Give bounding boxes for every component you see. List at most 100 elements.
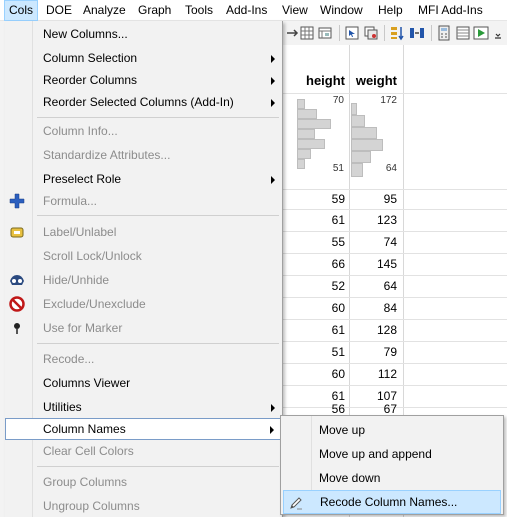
table-list-icon[interactable] (455, 25, 471, 41)
menu-item-use-for-marker[interactable]: Use for Marker (5, 317, 283, 339)
exclude-circle-icon (9, 296, 25, 312)
menu-item-group-columns[interactable]: Group Columns (5, 471, 283, 493)
submenu-arrow-icon (271, 404, 275, 412)
menu-mfi-add-ins[interactable]: MFI Add-Ins (414, 0, 487, 21)
table-cell-height[interactable]: 60 (295, 301, 345, 315)
menu-tools[interactable]: Tools (181, 0, 217, 21)
table-cell-weight[interactable]: 84 (347, 301, 397, 315)
menu-analyze[interactable]: Analyze (79, 0, 130, 21)
histogram-height-max: 70 (332, 95, 344, 106)
menu-item-label-unlabel[interactable]: Label/Unlabel (5, 221, 283, 243)
table-cell-weight[interactable]: 123 (347, 213, 397, 227)
menu-item-preselect-role[interactable]: Preselect Role (5, 168, 283, 190)
column-header-weight[interactable]: weight (349, 73, 397, 88)
select-arrow-icon[interactable] (344, 25, 360, 41)
table-report-icon[interactable] (317, 25, 333, 41)
submenu-item-label: Move up and append (319, 447, 432, 461)
submenu-item-recode-column-names[interactable]: Recode Column Names... (283, 490, 501, 514)
table-grid-icon[interactable] (299, 25, 315, 41)
menu-item-reorder-selected-columns[interactable]: Reorder Selected Columns (Add-In) (5, 91, 283, 113)
histogram-height-min: 51 (332, 163, 344, 174)
table-cell-weight[interactable]: 107 (347, 389, 397, 403)
menu-view[interactable]: View (278, 0, 312, 21)
menu-item-label: Group Columns (43, 475, 128, 489)
menu-item-label: Standardize Attributes... (43, 148, 171, 162)
formula-plus-icon (9, 193, 25, 209)
menu-item-label: Use for Marker (43, 321, 123, 335)
submenu-item-move-up[interactable]: Move up (281, 418, 503, 442)
menu-doe[interactable]: DOE (42, 0, 76, 21)
menu-item-hide-unhide[interactable]: Hide/Unhide (5, 269, 283, 291)
menu-item-reorder-columns[interactable]: Reorder Columns (5, 69, 283, 91)
toolbar-overflow-icon[interactable] (490, 25, 506, 41)
table-cell-height[interactable]: 59 (295, 192, 345, 206)
menu-item-column-info[interactable]: Column Info... (5, 120, 283, 142)
menu-item-label: Ungroup Columns (43, 499, 140, 513)
marker-pin-icon (14, 323, 20, 334)
menu-item-columns-viewer[interactable]: Columns Viewer (5, 372, 283, 394)
submenu-item-label: Recode Column Names... (320, 495, 458, 509)
table-cell-height[interactable]: 51 (295, 345, 345, 359)
table-cell-height[interactable]: 56 (295, 402, 345, 416)
sort-columns-icon[interactable] (389, 25, 405, 41)
menu-item-exclude-unexclude[interactable]: Exclude/Unexclude (5, 293, 283, 315)
menu-item-utilities[interactable]: Utilities (5, 396, 283, 418)
menu-item-standardize-attributes[interactable]: Standardize Attributes... (5, 144, 283, 166)
table-cell-weight[interactable]: 79 (347, 345, 397, 359)
menu-item-new-columns[interactable]: New Columns... (5, 23, 283, 45)
menu-separator (37, 117, 279, 118)
menu-item-label: New Columns... (43, 27, 128, 41)
table-cell-height[interactable]: 66 (295, 257, 345, 271)
menu-separator (37, 343, 279, 344)
menu-item-label: Column Selection (43, 51, 138, 65)
calculator-icon[interactable] (436, 25, 452, 41)
menu-item-column-names[interactable]: Column Names (5, 418, 283, 440)
copy-table-icon[interactable] (363, 25, 379, 41)
column-header-height[interactable]: height (301, 73, 345, 88)
run-script-icon[interactable] (473, 25, 489, 41)
menu-item-column-selection[interactable]: Column Selection (5, 47, 283, 69)
table-cell-height[interactable]: 61 (295, 389, 345, 403)
table-cell-weight[interactable]: 74 (347, 235, 397, 249)
submenu-item-move-up-and-append[interactable]: Move up and append (281, 442, 503, 466)
table-cell-height[interactable]: 60 (295, 367, 345, 381)
toolbar (283, 21, 507, 45)
menu-cols[interactable]: Cols (4, 0, 39, 21)
histogram-weight-min: 64 (385, 163, 397, 174)
table-cell-weight[interactable]: 95 (347, 192, 397, 206)
menu-window[interactable]: Window (316, 0, 367, 21)
menu-graph[interactable]: Graph (134, 0, 175, 21)
menu-item-ungroup-columns[interactable]: Ungroup Columns (5, 495, 283, 517)
menu-item-scroll-lock[interactable]: Scroll Lock/Unlock (5, 245, 283, 267)
menu-item-formula[interactable]: Formula... (5, 190, 283, 212)
table-cell-weight[interactable]: 145 (347, 257, 397, 271)
toolbar-separator (431, 25, 432, 41)
menu-item-label: Column Names (43, 422, 126, 436)
submenu-arrow-icon (271, 99, 275, 107)
menu-item-label: Clear Cell Colors (43, 444, 134, 458)
submenu-arrow-icon (271, 55, 275, 63)
histogram-weight-max: 172 (380, 95, 397, 106)
table-cell-weight[interactable]: 112 (347, 367, 397, 381)
menu-item-label: Columns Viewer (43, 376, 131, 390)
table-cell-height[interactable]: 61 (295, 323, 345, 337)
table-cell-weight[interactable]: 64 (347, 279, 397, 293)
menu-item-clear-cell-colors[interactable]: Clear Cell Colors (5, 440, 283, 462)
toolbar-separator (384, 25, 385, 41)
menubar: Cols DOE Analyze Graph Tools Add-Ins Vie… (0, 0, 507, 21)
menu-add-ins[interactable]: Add-Ins (222, 0, 271, 21)
header-divider (283, 93, 507, 94)
submenu-item-label: Move down (319, 471, 381, 485)
column-split-icon[interactable] (409, 25, 425, 41)
submenu-item-move-down[interactable]: Move down (281, 466, 503, 490)
menu-item-label: Label/Unlabel (43, 225, 117, 239)
menu-item-label: Utilities (43, 400, 82, 414)
menu-help[interactable]: Help (374, 0, 407, 21)
table-cell-weight[interactable]: 67 (347, 402, 397, 416)
submenu-arrow-icon (271, 77, 275, 85)
table-cell-height[interactable]: 61 (295, 213, 345, 227)
table-cell-height[interactable]: 52 (295, 279, 345, 293)
menu-item-recode[interactable]: Recode... (5, 348, 283, 370)
table-cell-weight[interactable]: 128 (347, 323, 397, 337)
table-cell-height[interactable]: 55 (295, 235, 345, 249)
